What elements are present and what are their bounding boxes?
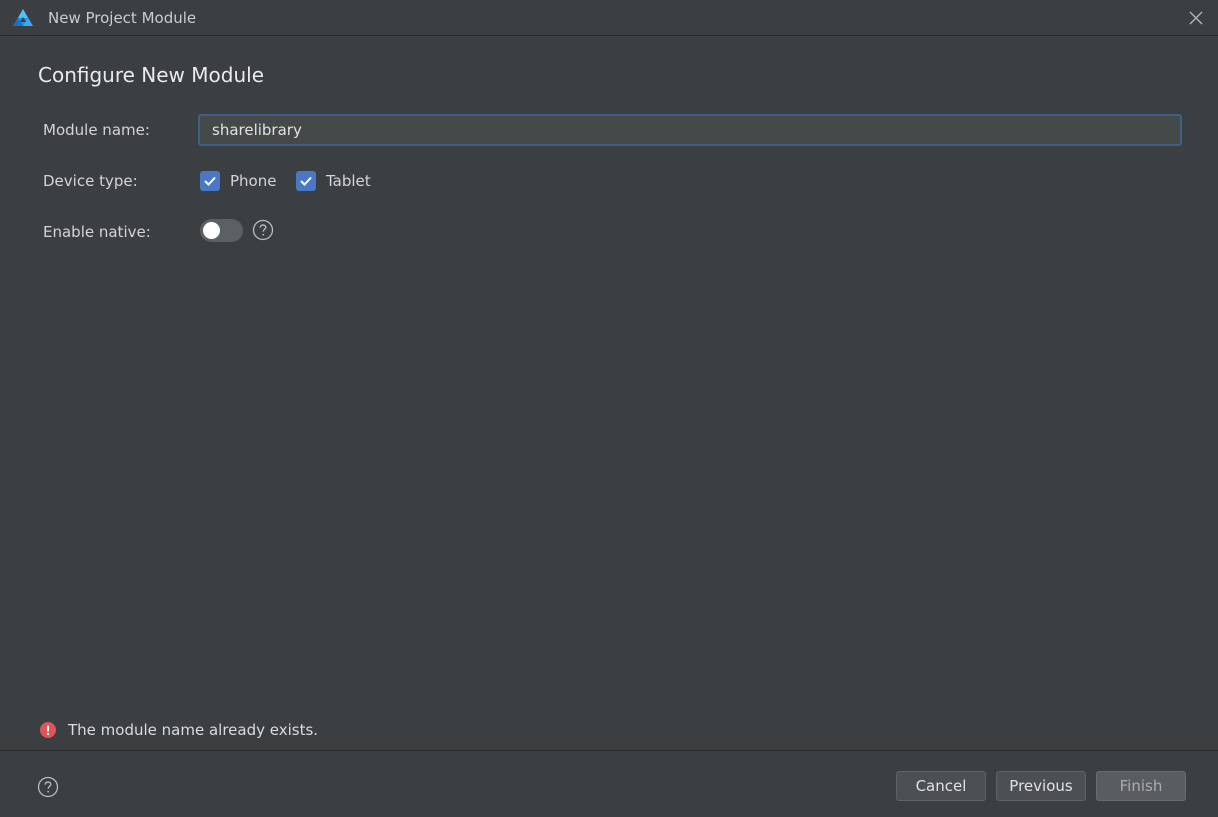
phone-checkbox-group[interactable]: Phone: [200, 171, 276, 191]
tablet-checkbox-label: Tablet: [326, 172, 371, 190]
help-icon[interactable]: [252, 219, 274, 241]
phone-checkbox-label: Phone: [230, 172, 277, 190]
module-name-input[interactable]: [198, 114, 1182, 146]
tablet-checkbox[interactable]: [296, 171, 316, 191]
error-message: The module name already exists.: [40, 721, 318, 739]
window-title: New Project Module: [48, 9, 197, 27]
previous-button[interactable]: Previous: [996, 771, 1086, 801]
app-logo-icon: [13, 9, 33, 26]
help-icon[interactable]: [37, 776, 59, 798]
error-text: The module name already exists.: [68, 721, 319, 739]
dialog-window: New Project Module Configure New Module …: [0, 0, 1218, 817]
enable-native-label: Enable native:: [43, 223, 151, 241]
module-name-label: Module name:: [43, 121, 150, 139]
title-bar: New Project Module: [0, 0, 1218, 36]
close-icon: [1189, 11, 1203, 25]
tablet-checkbox-group[interactable]: Tablet: [296, 171, 371, 191]
finish-button[interactable]: Finish: [1096, 771, 1186, 801]
footer-divider: [0, 750, 1218, 751]
page-title: Configure New Module: [38, 63, 264, 87]
device-type-label: Device type:: [43, 172, 138, 190]
error-icon: [40, 722, 56, 738]
toggle-knob: [203, 222, 220, 239]
phone-checkbox[interactable]: [200, 171, 220, 191]
close-button[interactable]: [1184, 6, 1208, 30]
enable-native-toggle[interactable]: [200, 219, 243, 242]
checkmark-icon: [204, 176, 216, 186]
cancel-button[interactable]: Cancel: [896, 771, 986, 801]
checkmark-icon: [300, 176, 312, 186]
